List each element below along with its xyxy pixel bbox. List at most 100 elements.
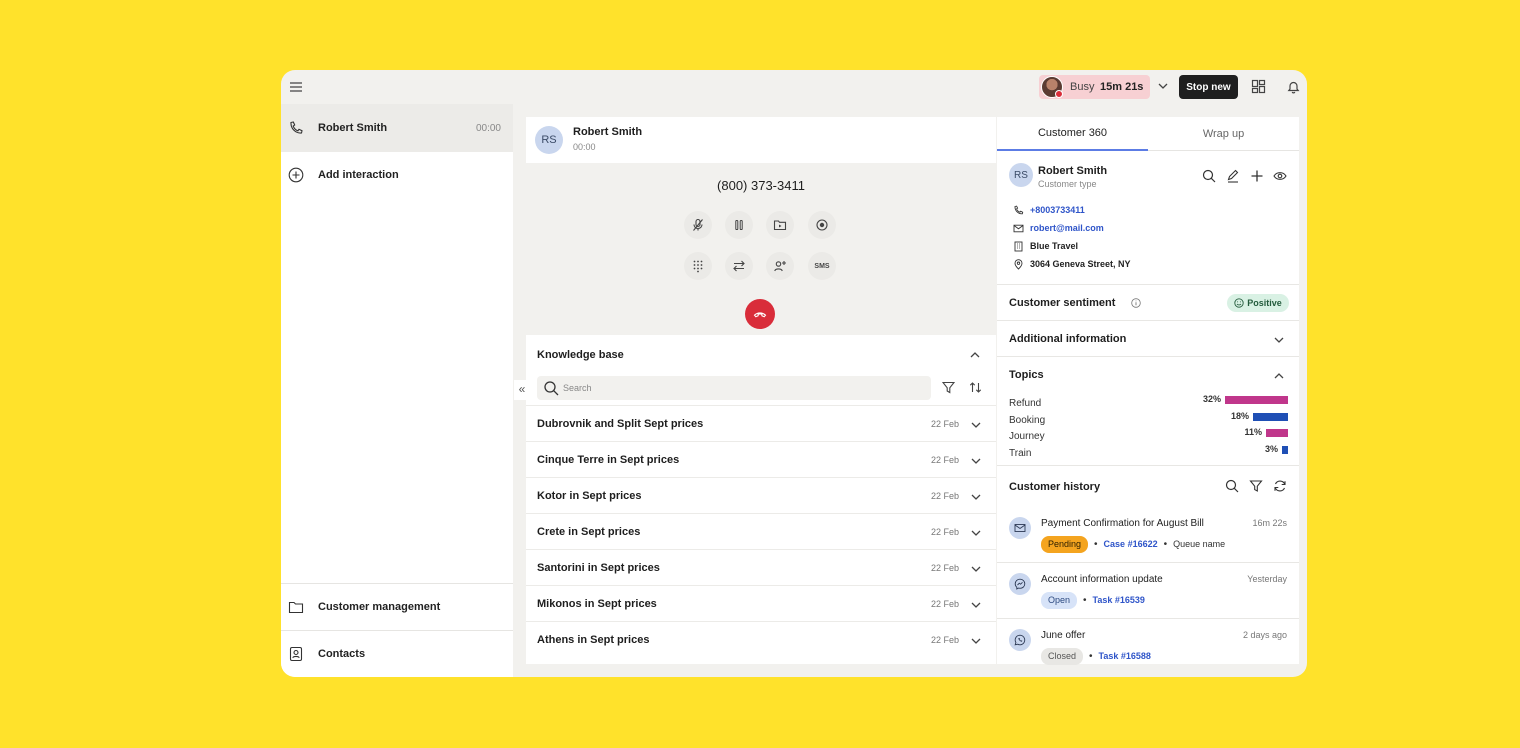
stop-new-button[interactable]: Stop new (1179, 75, 1238, 99)
knowledge-base-search[interactable] (537, 376, 931, 400)
chevron-down-icon[interactable] (970, 563, 982, 575)
status-label: Busy (1070, 81, 1095, 93)
history-time: 2 days ago (1242, 630, 1287, 640)
article-title: Cinque Terre in Sept prices (537, 454, 680, 466)
filter-icon[interactable] (1249, 479, 1263, 493)
chevron-down-icon[interactable] (1157, 80, 1169, 92)
tab-customer-360[interactable]: Customer 360 (997, 117, 1148, 151)
customer-phone-link[interactable]: +8003733411 (1030, 205, 1085, 215)
customer-avatar: RS (1009, 163, 1033, 187)
customer-phone-row: +8003733411 (1013, 203, 1085, 217)
search-input[interactable] (563, 380, 923, 396)
sidebar-item-label: Customer management (318, 601, 441, 613)
topic-bar (1282, 445, 1288, 454)
topic-bar (1266, 429, 1288, 437)
hamburger-menu-icon[interactable] (288, 79, 304, 95)
record-button[interactable] (808, 211, 836, 239)
call-panel: RS Robert Smith 00:00 (800) 373-3411 SMS… (526, 117, 996, 664)
knowledge-article-row[interactable]: Crete in Sept prices 22 Feb (526, 513, 996, 549)
chevron-down-icon[interactable] (970, 635, 982, 647)
knowledge-article-row[interactable]: Kotor in Sept prices 22 Feb (526, 477, 996, 513)
chevron-down-icon[interactable] (970, 527, 982, 539)
transfer-button[interactable] (725, 252, 753, 280)
article-date: 22 Feb (931, 455, 960, 465)
pause-icon (735, 220, 743, 230)
sidebar-item-add-interaction[interactable]: Add interaction (281, 152, 513, 198)
sms-button[interactable]: SMS (808, 252, 836, 280)
task-link[interactable]: Task #16539 (1093, 595, 1145, 605)
sort-icon[interactable] (969, 381, 982, 394)
chevron-down-icon[interactable] (1273, 334, 1285, 346)
chevron-down-icon[interactable] (970, 419, 982, 431)
chevron-down-icon[interactable] (970, 491, 982, 503)
history-item[interactable]: Account information update Yesterday Ope… (997, 569, 1299, 625)
caller-name: Robert Smith (573, 126, 643, 138)
agent-status-pill[interactable]: Busy 15m 21s (1039, 75, 1150, 99)
search-icon[interactable] (1202, 169, 1216, 183)
history-time: 16m 22s (1252, 518, 1287, 528)
knowledge-article-row[interactable]: Dubrovnik and Split Sept prices 22 Feb (526, 405, 996, 441)
history-item[interactable]: Payment Confirmation for August Bill 16m… (997, 513, 1299, 569)
smiley-icon (1234, 298, 1244, 308)
history-time: Yesterday (1247, 574, 1287, 584)
eye-icon[interactable] (1273, 169, 1287, 183)
history-meta: Closed • Task #16588 (1041, 647, 1151, 665)
additional-info-label[interactable]: Additional information (1009, 333, 1126, 345)
article-date: 22 Feb (931, 563, 960, 573)
knowledge-base-title: Knowledge base (537, 349, 624, 361)
task-link[interactable]: Task #16588 (1099, 651, 1151, 661)
topic-bar (1253, 412, 1288, 421)
article-title: Dubrovnik and Split Sept prices (537, 418, 704, 430)
search-icon[interactable] (1225, 479, 1239, 493)
case-link[interactable]: Case #16622 (1104, 539, 1158, 549)
bell-icon[interactable] (1286, 79, 1301, 94)
sidebar-item-contacts[interactable]: Contacts (281, 631, 513, 677)
customer-address-row: 3064 Geneva Street, NY (1013, 257, 1131, 271)
contacts-icon (289, 646, 303, 662)
knowledge-article-row[interactable]: Athens in Sept prices 22 Feb (526, 621, 996, 657)
hang-up-button[interactable] (745, 299, 775, 329)
mic-off-icon (693, 218, 703, 231)
topic-label: Refund (1009, 398, 1042, 409)
customer-email-link[interactable]: robert@mail.com (1030, 223, 1104, 233)
chevron-down-icon[interactable] (970, 599, 982, 611)
filter-icon[interactable] (942, 381, 955, 394)
whatsapp-icon (1014, 634, 1026, 646)
plus-icon[interactable] (1250, 169, 1264, 183)
knowledge-article-row[interactable]: Santorini in Sept prices 22 Feb (526, 549, 996, 585)
app-window: Busy 15m 21s Stop new Robert Smith 00:00 (281, 70, 1307, 677)
sidebar-item-active-call[interactable]: Robert Smith 00:00 (281, 105, 513, 151)
chevron-down-icon[interactable] (970, 455, 982, 467)
history-channel-avatar (1009, 629, 1031, 651)
call-controls-area: (800) 373-3411 SMS (526, 163, 996, 335)
edit-icon[interactable] (1226, 169, 1240, 183)
layout-icon[interactable] (1251, 79, 1266, 94)
interaction-timer: 00:00 (475, 122, 501, 134)
phone-number: (800) 373-3411 (717, 178, 805, 193)
status-badge: Pending (1041, 535, 1089, 553)
dialpad-button[interactable] (684, 252, 712, 280)
info-icon[interactable] (1131, 298, 1141, 308)
sentiment-label: Customer sentiment (1009, 297, 1116, 309)
sidebar-item-customer-management[interactable]: Customer management (281, 584, 513, 630)
media-folder-button[interactable] (766, 211, 794, 239)
hold-button[interactable] (725, 211, 753, 239)
refresh-icon[interactable] (1273, 479, 1287, 493)
history-item[interactable]: June offer 2 days ago Closed • Task #165… (997, 625, 1299, 677)
chevron-up-icon[interactable] (1273, 370, 1285, 382)
section-divider (997, 320, 1299, 321)
chevron-up-icon[interactable] (969, 349, 981, 361)
topics-label: Topics (1009, 369, 1044, 381)
dialpad-icon (693, 260, 703, 273)
sms-label: SMS (814, 262, 830, 270)
customer-address: 3064 Geneva Street, NY (1030, 259, 1131, 269)
knowledge-article-row[interactable]: Mikonos in Sept prices 22 Feb (526, 585, 996, 621)
status-badge: Open (1041, 591, 1078, 609)
add-participant-button[interactable] (766, 252, 794, 280)
customer-name: Robert Smith (1038, 165, 1108, 177)
article-date: 22 Feb (931, 419, 960, 429)
history-meta: Open • Task #16539 (1041, 591, 1145, 609)
knowledge-article-row[interactable]: Cinque Terre in Sept prices 22 Feb (526, 441, 996, 477)
mute-button[interactable] (684, 211, 712, 239)
tab-wrap-up[interactable]: Wrap up (1148, 117, 1299, 151)
